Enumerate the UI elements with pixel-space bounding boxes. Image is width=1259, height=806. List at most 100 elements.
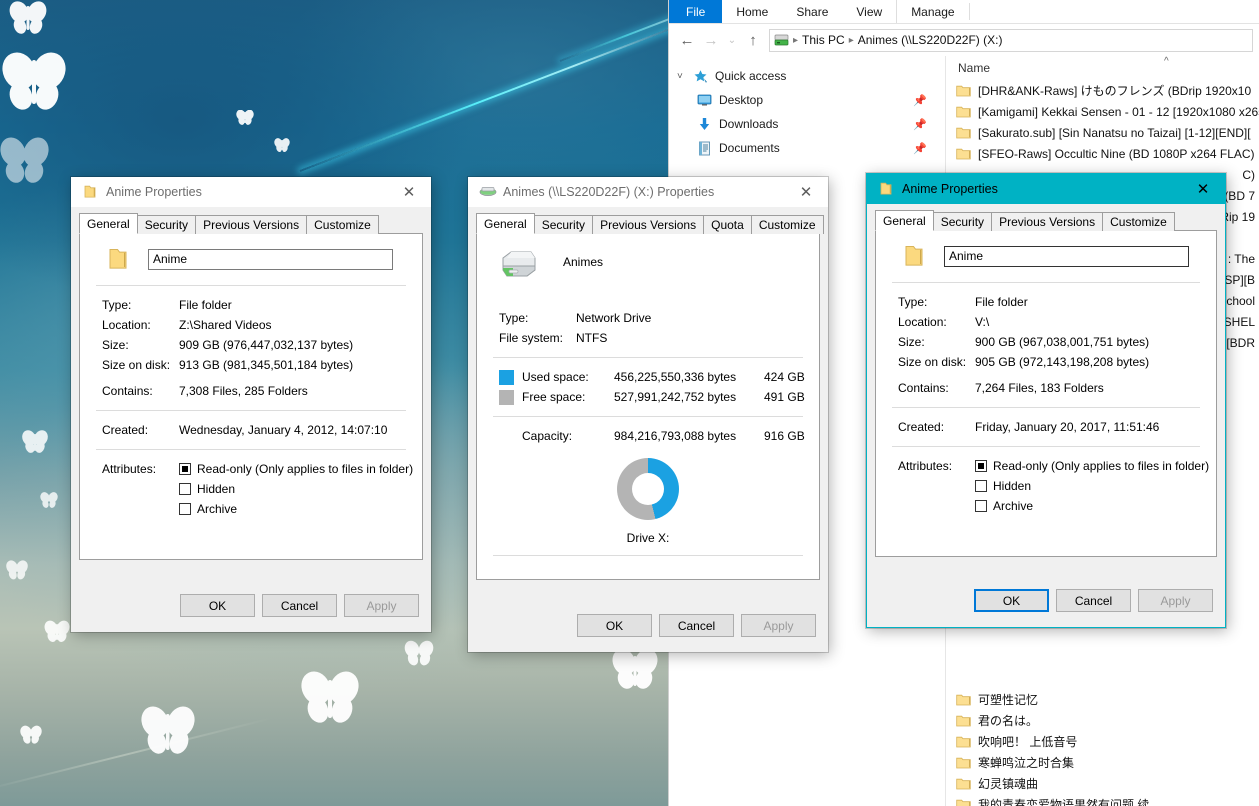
sidebar-item-quick-access[interactable]: ˅ Quick access	[669, 64, 945, 88]
sort-ascending-icon: ^	[1164, 56, 1169, 67]
dialog-button-row[interactable]: OK Cancel Apply	[577, 614, 816, 637]
list-item[interactable]: [SFEO-Raws] Occultic Nine (BD 1080P x264…	[946, 143, 1259, 164]
drive-properties-dialog-x[interactable]: Animes (\\LS220D22F) (X:) Properties ✕ G…	[468, 177, 828, 652]
ribbon-tab-view[interactable]: View	[842, 0, 896, 23]
tab-previous-versions[interactable]: Previous Versions	[592, 215, 705, 234]
sidebar-label: Downloads	[719, 117, 779, 131]
list-item[interactable]: 可塑性记忆	[946, 689, 1259, 710]
checkbox-unchecked-icon[interactable]	[179, 483, 191, 495]
property-label: Type:	[102, 298, 132, 312]
dialog-titlebar[interactable]: Anime Properties ✕	[867, 174, 1225, 204]
checkbox-indeterminate-icon[interactable]	[975, 460, 987, 472]
breadcrumb-this-pc[interactable]: This PC	[799, 33, 848, 47]
ok-button[interactable]: OK	[577, 614, 652, 637]
back-icon[interactable]: ←	[675, 28, 699, 52]
dialog-tab-strip[interactable]: General Security Previous Versions Custo…	[867, 210, 1225, 231]
checkbox-unchecked-icon[interactable]	[975, 480, 987, 492]
property-value: Wednesday, January 4, 2012, 14:07:10	[179, 423, 388, 437]
checkbox-unchecked-icon[interactable]	[975, 500, 987, 512]
cancel-button[interactable]: Cancel	[1056, 589, 1131, 612]
address-bar[interactable]: ▸ This PC ▸ Animes (\\LS220D22F) (X:)	[769, 28, 1253, 52]
checkbox-read-only[interactable]: Read-only (Only applies to files in fold…	[975, 456, 1209, 476]
recent-locations-icon[interactable]: ⌄	[723, 28, 741, 52]
ribbon-tab-manage[interactable]: Manage	[896, 0, 968, 23]
property-value: File folder	[179, 298, 232, 312]
file-name: 幻灵镇魂曲	[978, 777, 1039, 791]
tab-previous-versions[interactable]: Previous Versions	[991, 212, 1104, 231]
divider	[96, 285, 406, 286]
cancel-button[interactable]: Cancel	[659, 614, 734, 637]
close-icon[interactable]: ✕	[784, 177, 828, 207]
tab-general[interactable]: General	[79, 213, 138, 234]
dialog-titlebar[interactable]: Animes (\\LS220D22F) (X:) Properties ✕	[468, 177, 828, 207]
apply-button: Apply	[741, 614, 816, 637]
cancel-button[interactable]: Cancel	[262, 594, 337, 617]
column-header-name[interactable]: Name ^	[946, 56, 1259, 80]
tab-security[interactable]: Security	[136, 215, 197, 234]
tab-general[interactable]: General	[875, 210, 934, 231]
breadcrumb-animes-drive[interactable]: Animes (\\LS220D22F) (X:)	[855, 33, 1006, 47]
checkbox-archive[interactable]: Archive	[975, 496, 1209, 516]
folder-name-input[interactable]: Anime	[944, 245, 1189, 267]
tab-customize[interactable]: Customize	[1102, 212, 1175, 231]
folder-icon	[878, 181, 894, 197]
chevron-down-icon[interactable]: ˅	[677, 71, 693, 82]
property-row-location: Location: V:\	[876, 312, 1216, 332]
dialog-button-row[interactable]: OK Cancel Apply	[180, 594, 419, 617]
tab-general[interactable]: General	[476, 213, 535, 234]
anime-properties-dialog-z[interactable]: Anime Properties ✕ General Security Prev…	[71, 177, 431, 632]
ribbon-tab-share[interactable]: Share	[782, 0, 842, 23]
list-item[interactable]: [DHR&ANK-Raws] けものフレンズ (BDrip 1920x10	[946, 80, 1259, 101]
ribbon-tab-file[interactable]: File	[669, 0, 723, 23]
checkbox-hidden[interactable]: Hidden	[179, 479, 413, 499]
checkbox-unchecked-icon[interactable]	[179, 503, 191, 515]
tab-customize[interactable]: Customize	[750, 215, 824, 234]
forward-icon[interactable]: →	[699, 28, 723, 52]
ribbon-tab-home[interactable]: Home	[722, 0, 782, 23]
ok-button[interactable]: OK	[180, 594, 255, 617]
tab-security[interactable]: Security	[533, 215, 594, 234]
anime-properties-dialog-v[interactable]: Anime Properties ✕ General Security Prev…	[866, 173, 1226, 628]
capacity-bytes: 984,216,793,088 bytes	[614, 429, 737, 443]
pin-icon[interactable]: 📌	[913, 118, 927, 131]
used-space-bytes: 456,225,550,336 bytes	[614, 370, 737, 384]
list-item[interactable]: 君の名は。	[946, 710, 1259, 731]
dialog-tab-strip[interactable]: General Security Previous Versions Quota…	[468, 213, 828, 234]
property-value: 7,308 Files, 285 Folders	[179, 384, 308, 398]
folder-name-input[interactable]: Anime	[148, 248, 393, 270]
close-icon[interactable]: ✕	[1181, 174, 1225, 204]
checkbox-indeterminate-icon[interactable]	[179, 463, 191, 475]
tab-security[interactable]: Security	[932, 212, 993, 231]
list-item[interactable]: [Sakurato.sub] [Sin Nanatsu no Taizai] […	[946, 122, 1259, 143]
dialog-tab-strip[interactable]: General Security Previous Versions Custo…	[71, 213, 431, 234]
donut-chart	[617, 458, 679, 520]
sidebar-item-downloads[interactable]: Downloads 📌	[669, 112, 945, 136]
list-item[interactable]: [Kamigami] Kekkai Sensen - 01 - 12 [1920…	[946, 101, 1259, 122]
list-item[interactable]: 幻灵镇魂曲	[946, 773, 1259, 794]
checkbox-read-only[interactable]: Read-only (Only applies to files in fold…	[179, 459, 413, 479]
pin-icon[interactable]: 📌	[913, 142, 927, 155]
ok-button[interactable]: OK	[974, 589, 1049, 612]
pin-icon[interactable]: 📌	[913, 94, 927, 107]
drive-caption: Drive X:	[626, 531, 670, 545]
dialog-titlebar[interactable]: Anime Properties ✕	[71, 177, 431, 207]
navigation-bar[interactable]: ← → ⌄ ↑ ▸ This PC ▸ Animes (\\LS220D22F)…	[669, 24, 1259, 56]
ribbon-tab-strip[interactable]: File Home Share View Manage	[669, 0, 1259, 24]
up-icon[interactable]: ↑	[741, 28, 765, 52]
checkbox-hidden[interactable]: Hidden	[975, 476, 1209, 496]
tab-previous-versions[interactable]: Previous Versions	[195, 215, 308, 234]
butterfly-decoration	[44, 620, 70, 644]
sidebar-item-desktop[interactable]: Desktop 📌	[669, 88, 945, 112]
folder-icon	[956, 777, 973, 790]
folder-icon	[102, 246, 134, 272]
tab-quota[interactable]: Quota	[703, 215, 752, 234]
list-item[interactable]: 吹响吧！ 上低音号	[946, 731, 1259, 752]
sidebar-item-documents[interactable]: Documents 📌	[669, 136, 945, 160]
checkbox-archive[interactable]: Archive	[179, 499, 413, 519]
close-icon[interactable]: ✕	[387, 177, 431, 207]
list-item[interactable]: 我的青春恋爱物语果然有问题 续	[946, 794, 1259, 806]
tab-customize[interactable]: Customize	[306, 215, 379, 234]
attributes-label: Attributes:	[102, 462, 157, 476]
dialog-button-row[interactable]: OK Cancel Apply	[974, 589, 1213, 612]
list-item[interactable]: 寒蝉鸣泣之时合集	[946, 752, 1259, 773]
